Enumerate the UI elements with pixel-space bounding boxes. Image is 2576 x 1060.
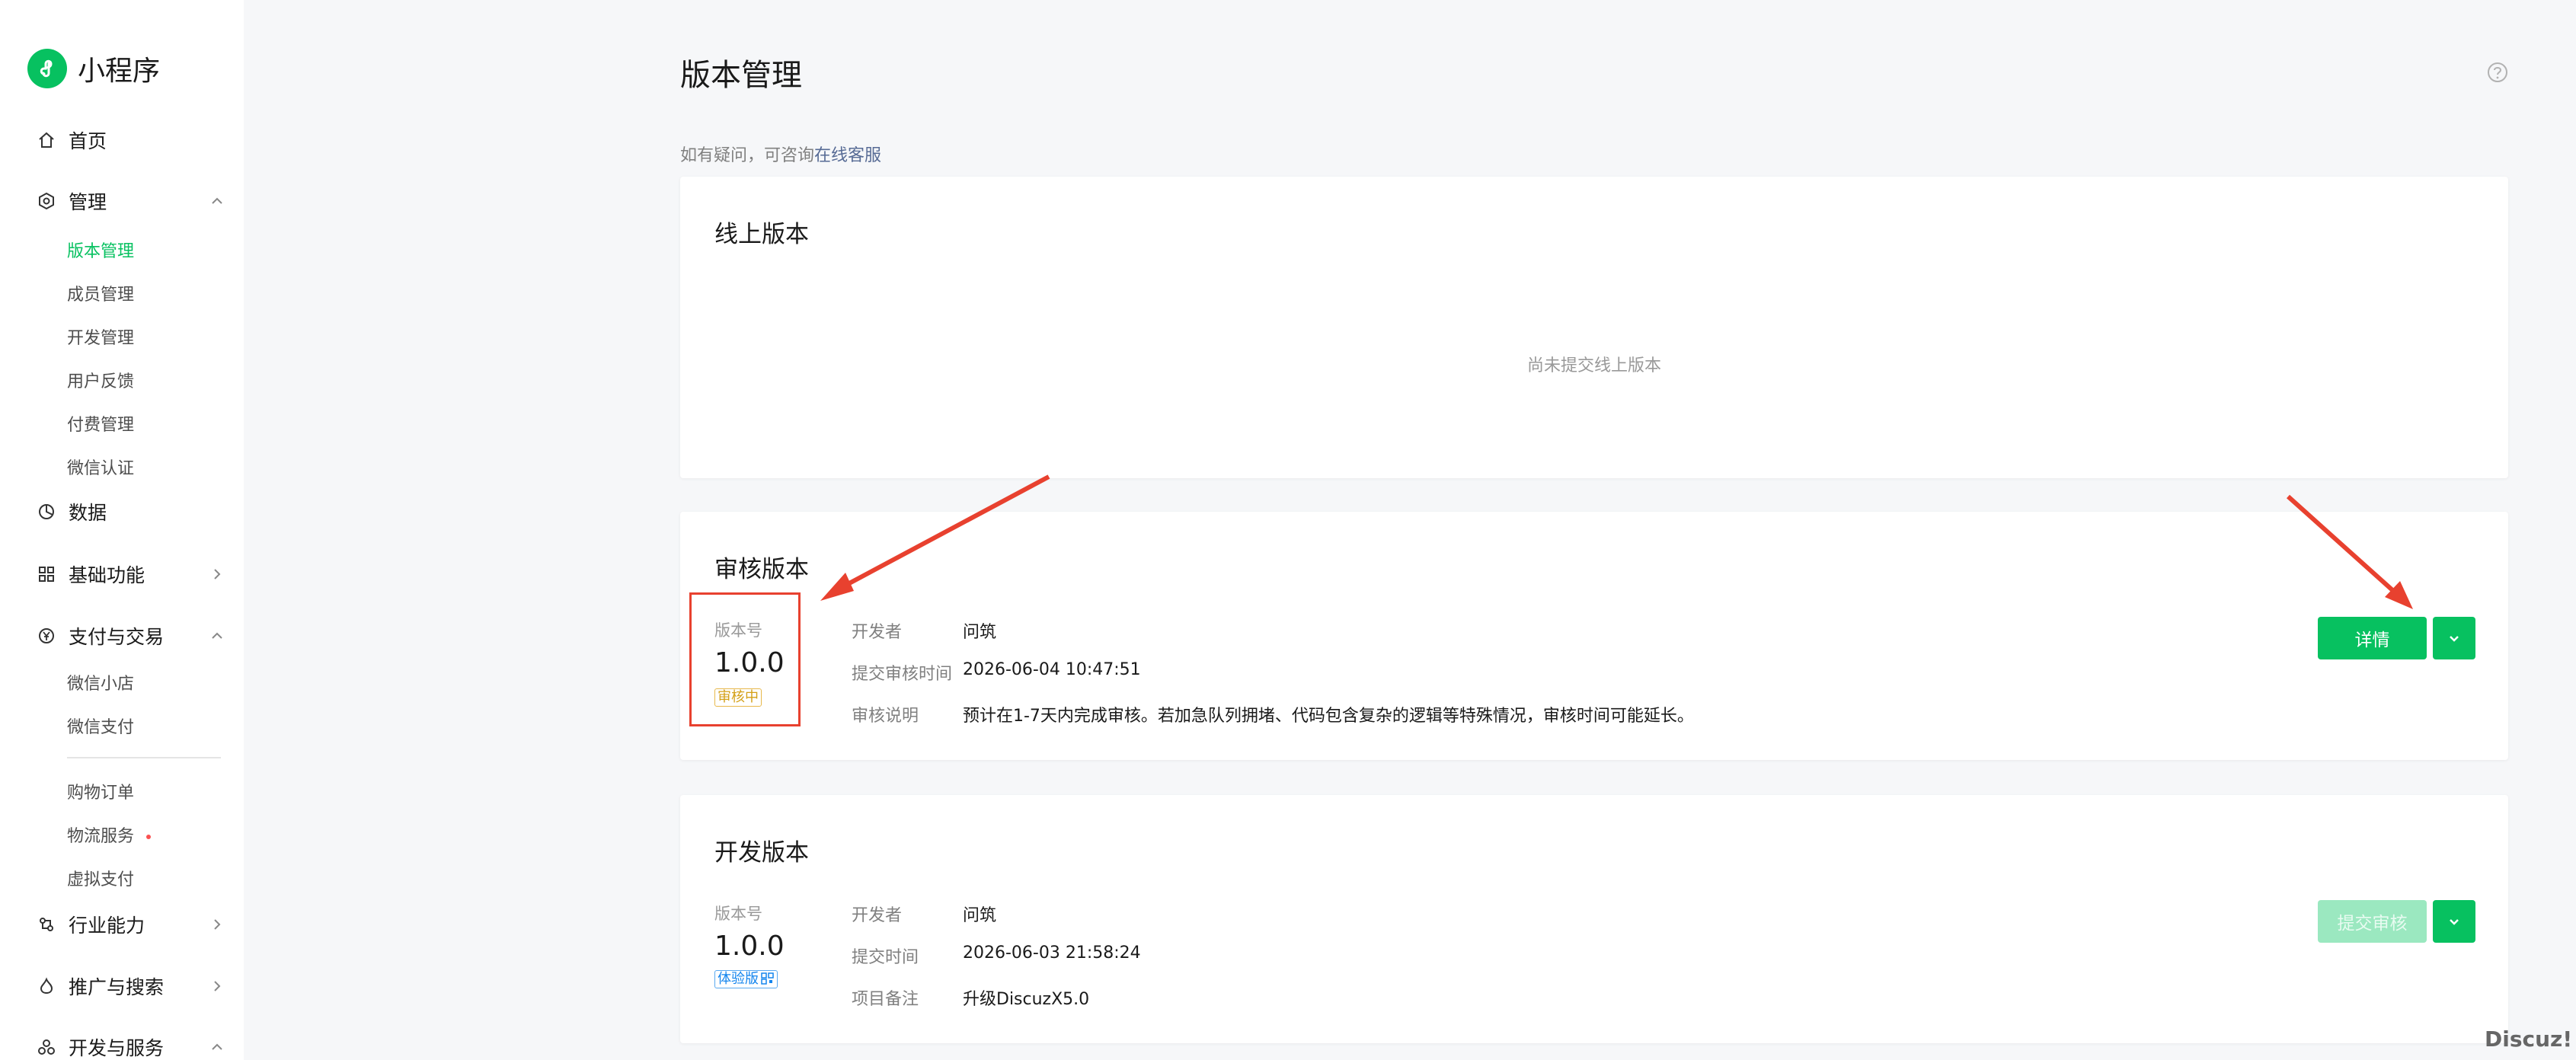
developer-label: 开发者	[852, 623, 903, 642]
sidebar-item-feedback[interactable]: 用户反馈	[67, 368, 134, 392]
sidebar-item-wechat-pay[interactable]: 微信支付	[67, 714, 134, 738]
help-notice: 如有疑问，可咨询在线客服	[680, 142, 881, 166]
sidebar-item-logistics-label: 物流服务	[67, 827, 135, 846]
online-version-empty-text: 尚未提交线上版本	[1526, 356, 1661, 375]
submit-time-value: 2026-06-03 21:58:24	[963, 943, 1141, 963]
nav-dev-service-label: 开发与服务	[69, 1037, 165, 1059]
sidebar-item-wechat-shop[interactable]: 微信小店	[67, 670, 134, 694]
project-note-label: 项目备注	[852, 990, 919, 1009]
nav-data-label: 数据	[69, 502, 107, 524]
submit-time-label: 提交时间	[852, 948, 919, 967]
nav-manage[interactable]: 管理	[37, 187, 227, 215]
new-indicator-dot	[146, 835, 152, 839]
sidebar-item-virtual-pay[interactable]: 虚拟支付	[67, 866, 134, 890]
review-version-title: 审核版本	[714, 556, 809, 583]
chevron-right-icon	[214, 919, 221, 930]
developer-value: 问筑	[963, 906, 997, 925]
nav-payment-label: 支付与交易	[69, 626, 165, 648]
nav-promote-search[interactable]: 推广与搜索	[37, 972, 227, 1000]
nav-home[interactable]: 首页	[37, 126, 227, 154]
chevron-up-icon	[212, 197, 222, 204]
developer-label: 开发者	[852, 906, 903, 925]
sidebar-item-member-manage[interactable]: 成员管理	[67, 281, 134, 305]
qr-code-icon[interactable]	[761, 972, 775, 985]
version-number: 1.0.0	[714, 931, 785, 962]
help-icon[interactable]	[2486, 61, 2509, 84]
pie-chart-icon	[37, 502, 56, 522]
chevron-right-icon	[214, 569, 221, 579]
online-service-link[interactable]: 在线客服	[814, 146, 881, 165]
dev-version-card: 开发版本 版本号 1.0.0 体验版 开发者 问筑 提交时间 2026-06-0…	[680, 795, 2508, 1043]
nav-basic-features[interactable]: 基础功能	[37, 560, 227, 588]
status-badge-label: 体验版	[718, 971, 759, 987]
review-note-label: 审核说明	[852, 707, 919, 726]
more-actions-dropdown[interactable]	[2433, 900, 2475, 943]
app-name: 小程序	[78, 56, 161, 87]
version-number-label: 版本号	[714, 905, 762, 923]
project-note-value: 升级DiscuzX5.0	[963, 990, 1090, 1009]
sidebar-item-payment-manage[interactable]: 付费管理	[67, 411, 134, 436]
sidebar-divider	[67, 757, 221, 758]
sidebar-item-orders[interactable]: 购物订单	[67, 779, 134, 803]
yen-icon	[37, 626, 56, 646]
online-version-card: 线上版本 尚未提交线上版本	[680, 177, 2508, 478]
review-note-value: 预计在1-7天内完成审核。若加急队列拥堵、代码包含复杂的逻辑等特殊情况，审核时间…	[963, 707, 1694, 726]
sidebar-item-version-manage[interactable]: 版本管理	[67, 238, 134, 262]
sidebar: 小程序 首页 管理 版本管理 成员管理 开发管理 用户反馈 付费管理 微信认证 …	[0, 0, 244, 1060]
chevron-down-icon	[2450, 919, 2459, 925]
flame-icon	[37, 976, 56, 996]
nav-home-label: 首页	[69, 130, 107, 152]
nav-dev-service[interactable]: 开发与服务	[37, 1033, 227, 1060]
nav-manage-label: 管理	[69, 191, 107, 213]
nav-industry[interactable]: 行业能力	[37, 911, 227, 938]
page-title: 版本管理	[680, 58, 802, 93]
grid-icon	[37, 564, 56, 584]
sidebar-item-wechat-verify[interactable]: 微信认证	[67, 455, 134, 479]
mini-program-logo-icon	[27, 49, 67, 88]
watermark: Discuz!	[2485, 1026, 2573, 1052]
nav-industry-label: 行业能力	[69, 915, 145, 937]
notice-text: 如有疑问，可咨询	[680, 146, 815, 165]
nav-data[interactable]: 数据	[37, 498, 227, 525]
app-logo[interactable]: 小程序	[27, 49, 160, 88]
details-button[interactable]: 详情	[2318, 617, 2427, 659]
chevron-down-icon	[2450, 636, 2459, 642]
dev-service-icon	[37, 1037, 56, 1057]
sidebar-item-dev-manage[interactable]: 开发管理	[67, 324, 134, 349]
status-badge: 体验版	[714, 970, 778, 988]
annotation-highlight-box	[689, 592, 801, 726]
submit-review-time-label: 提交审核时间	[852, 665, 953, 684]
sidebar-item-logistics[interactable]: 物流服务	[67, 822, 152, 847]
chevron-up-icon	[212, 632, 222, 639]
nav-payment-trade[interactable]: 支付与交易	[37, 622, 227, 650]
submit-review-button[interactable]: 提交审核	[2318, 900, 2427, 943]
nav-basic-label: 基础功能	[69, 564, 145, 586]
chevron-right-icon	[214, 981, 221, 991]
gear-icon	[37, 191, 56, 211]
home-icon	[37, 130, 56, 150]
developer-value: 问筑	[963, 623, 997, 642]
review-version-card: 审核版本 版本号 1.0.0 审核中 开发者 问筑 提交审核时间 2026-06…	[680, 512, 2508, 760]
online-version-title: 线上版本	[714, 221, 809, 248]
industry-icon	[37, 915, 56, 934]
chevron-up-icon	[212, 1043, 222, 1050]
submit-review-time-value: 2026-06-04 10:47:51	[963, 660, 1141, 679]
nav-promote-label: 推广与搜索	[69, 976, 165, 998]
dev-version-title: 开发版本	[714, 839, 809, 867]
more-actions-dropdown[interactable]	[2433, 617, 2475, 659]
